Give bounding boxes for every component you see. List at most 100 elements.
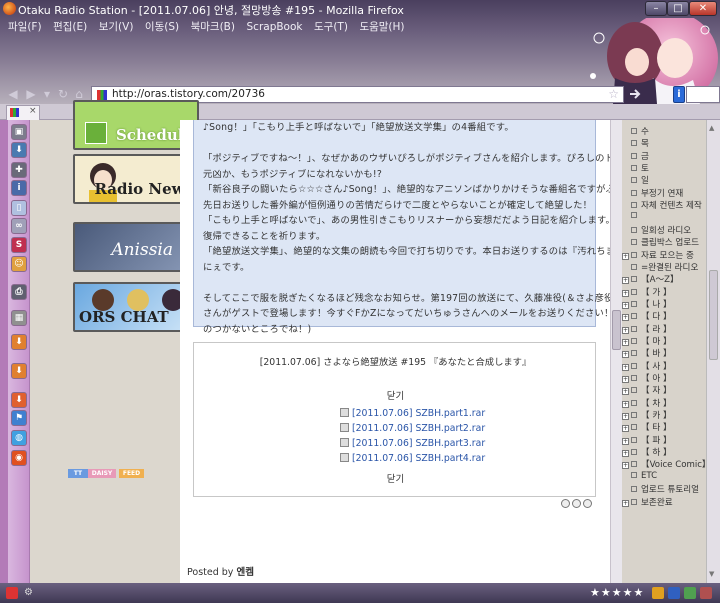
page-scrollbar[interactable] [610,120,622,583]
expand-icon[interactable]: + [622,437,629,445]
category-label[interactable]: 목 [641,139,649,149]
expand-icon[interactable]: + [622,388,629,396]
category-label[interactable] [641,211,644,221]
toolbar-window-icon[interactable]: ▣ [11,124,27,140]
toolbar-arrow-down3-icon[interactable]: ⬇ [11,392,27,408]
home-icon[interactable]: ⌂ [72,87,86,101]
toolbar-info-icon[interactable]: i [11,180,27,196]
toolbar-s-icon[interactable]: S [11,237,27,253]
toolbar-addon-icon[interactable]: ✚ [11,162,27,178]
category-label[interactable]: 【 다 】 [641,312,672,322]
category-label[interactable]: 보존완료 [641,498,673,508]
menu-go[interactable]: 이동(S) [145,19,179,35]
category-item[interactable]: + 【 가 】 [622,286,672,298]
file-link[interactable]: [2011.07.06] SZBH.part2.rar [340,423,485,434]
minimize-button[interactable]: – [645,1,667,16]
back-icon[interactable]: ◀ [6,87,20,101]
category-item[interactable]: =완결된 라디오 [622,261,698,273]
toolbar-glasses-icon[interactable]: ∞ [11,218,27,234]
category-item[interactable]: + 【 사 】 [622,360,672,372]
category-item[interactable]: + 【 자 】 [622,384,672,396]
category-item[interactable]: 클립박스 업로드 [622,236,699,248]
forward-icon[interactable]: ▶ [24,87,38,101]
category-item[interactable]: + 【 바 】 [622,347,672,359]
category-item[interactable]: + 【 카 】 [622,409,672,421]
rating-stars-icon[interactable]: ★★★★★ [590,586,644,599]
category-label[interactable]: 부정기 연재 [641,189,683,199]
close-button[interactable]: ✕ [689,1,717,16]
category-item[interactable]: + 【 파 】 [622,434,672,446]
category-label[interactable]: 【A～Z】 [641,275,679,285]
toolbar-printer-icon[interactable]: ⎙ [11,284,27,300]
expand-icon[interactable]: + [622,277,629,285]
expand-icon[interactable]: + [622,289,629,297]
reload-icon[interactable]: ↻ [56,87,70,101]
category-item[interactable]: + 【 하 】 [622,446,672,458]
category-label[interactable]: 일회성 라디오 [641,226,691,236]
category-label[interactable]: 클립박스 업로드 [641,238,699,248]
badge-tt[interactable]: TT [68,469,88,478]
close-more-link[interactable]: 닫기 [194,471,597,485]
sidebar-scrollbar[interactable]: ▲ ▼ [706,120,720,583]
toolbar-arrow-down2-icon[interactable]: ⬇ [11,363,27,379]
category-label[interactable]: 업로드 튜토리얼 [641,485,699,495]
category-label[interactable]: 【 바 】 [641,349,672,359]
category-item[interactable]: + 【Voice Comic】 [622,458,711,470]
menu-file[interactable]: 파일(F) [8,19,42,35]
category-item[interactable]: 금 [622,150,649,162]
menu-edit[interactable]: 편집(E) [53,19,87,35]
category-label[interactable]: 【 타 】 [641,423,672,433]
category-item[interactable]: 수 [622,125,649,137]
search-engine-icon[interactable]: i [673,86,685,103]
category-item[interactable]: 목 [622,137,649,149]
category-item[interactable]: 일회성 라디오 [622,224,691,236]
close-more-link[interactable]: 닫기 [194,388,597,402]
category-label[interactable]: 【 가 】 [641,288,672,298]
category-label[interactable]: 【 라 】 [641,325,672,335]
expand-icon[interactable]: + [622,338,629,346]
status-feed-icon[interactable] [652,587,664,599]
expand-icon[interactable]: + [622,462,629,470]
menu-tools[interactable]: 도구(T) [314,19,348,35]
status-gear-icon[interactable]: ⚙ [24,587,36,599]
share-icon[interactable] [583,499,592,508]
scrollbar-thumb[interactable] [612,310,621,350]
category-label[interactable]: 【 카 】 [641,411,672,421]
menu-view[interactable]: 보기(V) [99,19,134,35]
category-item[interactable]: + 【 아 】 [622,372,672,384]
category-label[interactable]: 【 차 】 [641,399,672,409]
category-item[interactable]: + 보존완료 [622,496,673,508]
category-item[interactable]: + 【 타 】 [622,421,672,433]
category-item[interactable]: + 자료 모으는 중 [622,249,694,261]
scroll-up-icon[interactable]: ▲ [709,124,718,133]
expand-icon[interactable]: + [622,326,629,334]
tab-close-icon[interactable]: × [29,106,37,116]
expand-icon[interactable]: + [622,351,629,359]
category-item[interactable]: 업로드 튜토리얼 [622,483,699,495]
toolbar-smiley-icon[interactable]: ☺ [11,256,27,272]
menu-bookmarks[interactable]: 북마크(B) [191,19,235,35]
expand-icon[interactable]: + [622,425,629,433]
category-label[interactable]: 토 [641,164,649,174]
menu-scrapbook[interactable]: ScrapBook [247,19,303,35]
category-label[interactable]: 【 자 】 [641,386,672,396]
category-item[interactable]: + 【 차 】 [622,397,672,409]
category-item[interactable]: + 【 나 】 [622,298,672,310]
share-icon[interactable] [561,499,570,508]
category-label[interactable]: 【 마 】 [641,337,672,347]
category-item[interactable]: 부정기 연재 [622,187,683,199]
category-label[interactable]: 【 파 】 [641,436,672,446]
category-label[interactable]: 자체 컨텐츠 제작 [641,201,702,211]
category-label[interactable]: 【 사 】 [641,362,672,372]
file-link[interactable]: [2011.07.06] SZBH.part1.rar [340,408,485,419]
badge-feed[interactable]: FEED [119,469,144,478]
category-item[interactable]: + 【 다 】 [622,310,672,322]
expand-icon[interactable]: + [622,450,629,458]
search-box[interactable] [686,86,720,103]
toolbar-flag-icon[interactable]: ⚑ [11,410,27,426]
maximize-button[interactable]: □ [667,1,689,16]
toolbar-globe-icon[interactable]: ◍ [11,430,27,446]
category-item[interactable]: + 【 마 】 [622,335,672,347]
expand-icon[interactable]: + [622,363,629,371]
category-label[interactable]: 일 [641,176,649,186]
